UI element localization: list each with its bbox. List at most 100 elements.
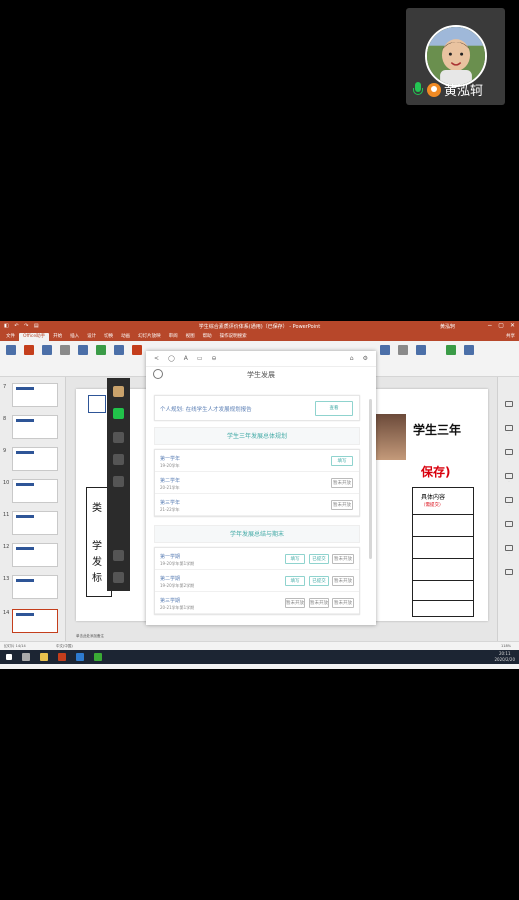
fill-button[interactable]: 填写 [285,554,305,564]
powerpoint-icon[interactable] [58,653,66,661]
menu-review[interactable]: 审阅 [165,333,182,341]
right-task-pane: · · · · · · · · [497,377,519,648]
year-list: 第一学年 19-20学年 填写 第二学年 20-21学年 暂未开放 第三学年 2… [154,449,360,517]
menu-icon[interactable] [113,572,124,583]
pane-icon[interactable]: · [503,473,515,483]
submitted-button[interactable]: 已提交 [309,576,329,586]
pane-icon[interactable]: · [503,521,515,531]
participant-tile[interactable]: 黄泓轲 [406,8,505,105]
list-item[interactable]: 第三学年 21-22学年 暂未开放 [155,494,359,516]
ribbon-button[interactable] [378,345,392,357]
menu-insert[interactable]: 插入 [66,333,83,341]
slide-thumbnail-selected[interactable]: 14 [3,609,58,633]
explorer-icon[interactable] [40,653,48,661]
slide-thumbnail[interactable]: 8 [3,415,58,439]
slide-title-tail: 学生三年 [413,423,462,437]
minimize-icon[interactable]: − [487,322,492,329]
menu-office-helper[interactable]: Office助手 [19,333,50,341]
refresh-icon[interactable]: ◯ [168,355,175,362]
phone-icon[interactable] [113,550,124,561]
status-zoom[interactable]: 118% [501,644,511,648]
not-open-button[interactable]: 暂未开放 [331,500,353,510]
contacts-icon[interactable] [113,432,124,443]
ribbon-button[interactable] [444,345,458,357]
ribbon-button[interactable] [94,345,108,357]
submitted-button[interactable]: 已提交 [309,554,329,564]
fill-button[interactable]: 填写 [331,456,353,466]
ribbon-button[interactable] [4,345,18,357]
ribbon-button[interactable] [22,345,36,357]
list-item[interactable]: 第一学年 19-20学年 填写 [155,450,359,472]
ribbon-button[interactable] [396,345,410,357]
ribbon-button[interactable] [414,345,428,357]
ribbon-button[interactable] [40,345,54,357]
not-open-button[interactable]: 暂未开放 [309,598,329,608]
ribbon-button[interactable] [112,345,126,357]
maximize-icon[interactable]: ▢ [498,322,504,329]
ribbon-button[interactable] [130,345,144,357]
wechat-avatar[interactable] [113,386,124,397]
app-title: 学生发展 [247,370,275,379]
pane-icon[interactable]: · [503,401,515,411]
pane-icon[interactable]: · [503,569,515,579]
menu-design[interactable]: 设计 [83,333,100,341]
item-sub: 19-20学年第1学期 [160,561,195,566]
section-title: 学生三年发展总体规划 [154,427,360,445]
scrollbar[interactable] [369,399,372,559]
pane-icon[interactable]: · [503,497,515,507]
search-icon[interactable] [22,653,30,661]
notes-placeholder[interactable]: 单击此处添加备注 [76,634,104,639]
back-icon[interactable]: < [154,355,159,362]
files-icon[interactable] [113,476,124,487]
close-icon[interactable]: ✕ [510,322,515,329]
slide-thumbnail[interactable]: 10 [3,479,58,503]
not-open-button[interactable]: 暂未开放 [332,554,354,564]
favorites-icon[interactable] [113,454,124,465]
menu-animations[interactable]: 动画 [117,333,134,341]
menu-file[interactable]: 文件 [2,333,19,341]
menu-slideshow[interactable]: 幻灯片放映 [134,333,165,341]
slide-thumbnail[interactable]: 12 [3,543,58,567]
settings-icon[interactable]: ⚙ [363,355,368,362]
pane-icon[interactable]: · [503,545,515,555]
not-open-button[interactable]: 暂未开放 [332,576,354,586]
not-open-button[interactable]: 暂未开放 [332,598,354,608]
slide-thumbnail[interactable]: 11 [3,511,58,535]
menu-share[interactable]: 共享 [502,333,519,341]
list-item[interactable]: 第二学年 20-21学年 暂未开放 [155,472,359,494]
menu-view[interactable]: 视图 [182,333,199,341]
ribbon-button[interactable] [58,345,72,357]
slide-thumbnail[interactable]: 13 [3,575,58,599]
app-icon[interactable] [76,653,84,661]
ribbon-button[interactable] [76,345,90,357]
quick-access-icons[interactable]: ◧ ↶ ↷ ▤ [4,323,41,329]
not-open-button[interactable]: 暂未开放 [331,478,353,488]
home-icon[interactable]: ⌂ [350,355,354,362]
start-icon[interactable] [6,654,12,660]
system-clock[interactable]: 20:11 2020/2/20 [494,651,515,662]
pane-icon[interactable]: · [503,425,515,435]
pane-icon[interactable]: · [503,449,515,459]
not-open-button[interactable]: 暂未开放 [285,598,305,608]
ppt-user[interactable]: 黄泓轲 [440,323,455,330]
menu-home[interactable]: 开始 [49,333,66,341]
window-icon[interactable]: ▭ [197,355,203,362]
font-icon[interactable]: A [184,355,188,362]
slide-thumbnails: 7 8 9 10 11 12 13 14 [0,377,66,648]
menu-help[interactable]: 帮助 [199,333,216,341]
slide-thumbnail[interactable]: 9 [3,447,58,471]
chat-icon[interactable] [113,408,124,419]
list-item[interactable]: 第三学期 20-21学年第1学期 暂未开放 暂未开放 暂未开放 [155,592,359,614]
ribbon-button[interactable] [462,345,476,357]
menu-transitions[interactable]: 切换 [100,333,117,341]
window-controls[interactable]: − ▢ ✕ [487,322,515,329]
user-icon[interactable] [153,369,163,379]
list-item[interactable]: 第一学期 19-20学年第1学期 填写 已提交 暂未开放 [155,548,359,570]
list-item[interactable]: 第二学期 19-20学年第2学期 填写 已提交 暂未开放 [155,570,359,592]
menu-tell-me[interactable]: 操作说明搜索 [216,333,251,341]
wechat-icon[interactable] [94,653,102,661]
minus-icon[interactable]: ⊖ [212,355,217,362]
slide-thumbnail[interactable]: 7 [3,383,58,407]
fill-button[interactable]: 填写 [285,576,305,586]
view-plan-button[interactable]: 查看 [315,401,353,416]
